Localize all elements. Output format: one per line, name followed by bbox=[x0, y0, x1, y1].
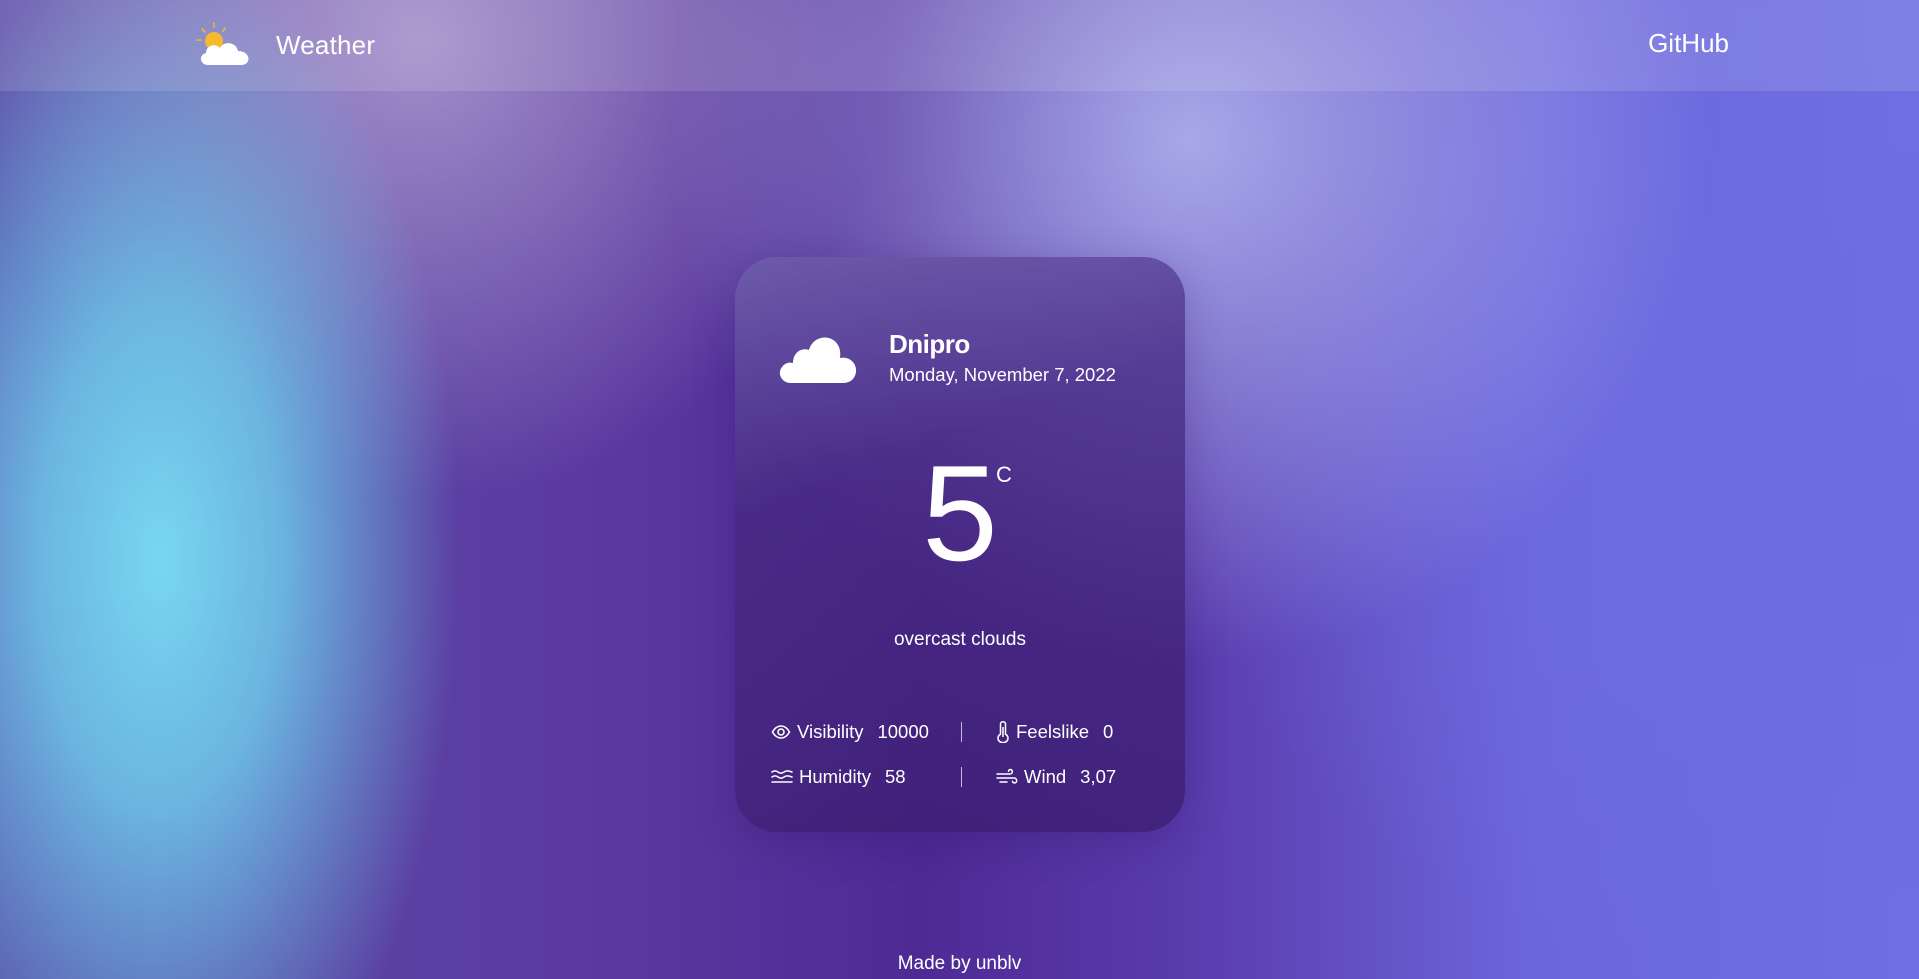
weather-stats: Visibility 10000 Feelslike 0 Humidity 58 bbox=[771, 709, 1151, 799]
weather-description: overcast clouds bbox=[893, 629, 1026, 650]
stat-humidity-value: 58 bbox=[884, 765, 906, 787]
humidity-icon bbox=[771, 769, 793, 785]
stat-wind-label: Wind bbox=[1024, 765, 1067, 787]
stat-wind: Wind 3,07 bbox=[996, 766, 1116, 788]
current-date: Monday, November 7, 2022 bbox=[889, 364, 1116, 385]
cloud-icon bbox=[777, 323, 861, 385]
stats-row-1: Visibility 10000 Feelslike 0 bbox=[771, 709, 1151, 754]
stats-divider bbox=[961, 766, 962, 787]
thermometer-icon bbox=[996, 720, 1010, 743]
weather-card: Dnipro Monday, November 7, 2022 5 C over… bbox=[735, 257, 1185, 832]
stat-feelslike-value: 0 bbox=[1103, 720, 1114, 742]
location-block: Dnipro Monday, November 7, 2022 bbox=[889, 329, 1116, 386]
eye-icon bbox=[771, 722, 791, 742]
github-link[interactable]: GitHub bbox=[1648, 28, 1729, 59]
temperature-block: 5 bbox=[735, 445, 1185, 581]
brand-link[interactable]: Weather bbox=[194, 20, 375, 70]
stat-feelslike: Feelslike 0 bbox=[996, 721, 1113, 743]
stats-divider bbox=[961, 721, 962, 742]
stat-humidity-label: Humidity bbox=[799, 765, 871, 787]
stat-visibility: Visibility 10000 bbox=[771, 721, 961, 743]
footer-credit: Made by unblv bbox=[897, 953, 1022, 974]
brand-title: Weather bbox=[276, 29, 376, 60]
partly-cloudy-icon bbox=[194, 21, 254, 69]
wind-icon bbox=[996, 768, 1018, 786]
stat-feelslike-label: Feelslike bbox=[1016, 720, 1089, 742]
card-header: Dnipro Monday, November 7, 2022 bbox=[777, 323, 1116, 386]
stats-row-2: Humidity 58 Wind 3,07 bbox=[771, 754, 1151, 799]
navbar: Weather GitHub bbox=[0, 0, 1919, 91]
city-name: Dnipro bbox=[889, 329, 970, 359]
stat-visibility-value: 10000 bbox=[877, 720, 929, 742]
stat-humidity: Humidity 58 bbox=[771, 766, 961, 788]
temperature-unit: C bbox=[996, 462, 1012, 487]
stat-wind-value: 3,07 bbox=[1080, 765, 1117, 787]
temperature-value: 5 bbox=[922, 437, 998, 589]
stat-visibility-label: Visibility bbox=[797, 720, 864, 742]
